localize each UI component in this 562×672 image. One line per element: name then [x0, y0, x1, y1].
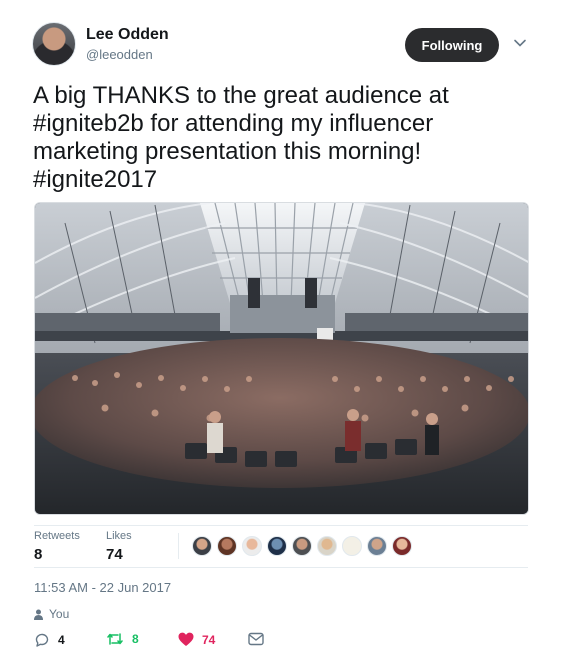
- likes-label: Likes: [106, 530, 132, 542]
- liker-avatar[interactable]: [267, 536, 287, 556]
- liker-avatar[interactable]: [192, 536, 212, 556]
- tweet-header: Lee Odden @leeodden Following: [32, 22, 532, 72]
- conference-hall-image: [35, 203, 528, 514]
- heart-icon: [178, 632, 194, 646]
- reply-icon: [35, 633, 49, 647]
- liker-avatar[interactable]: [367, 536, 387, 556]
- tweet-text-line: marketing presentation this morning!: [33, 138, 422, 165]
- tweet-photo[interactable]: [34, 202, 529, 515]
- likes-count: 74: [106, 546, 123, 563]
- retweets-count: 8: [34, 546, 43, 563]
- reply-button[interactable]: 4: [34, 632, 65, 648]
- message-button[interactable]: [248, 632, 264, 646]
- retweeted-by-label: You: [49, 607, 70, 621]
- liker-avatar[interactable]: [217, 536, 237, 556]
- reply-count: 4: [58, 633, 65, 647]
- author-avatar[interactable]: [32, 22, 76, 66]
- chevron-down-icon[interactable]: [513, 36, 527, 50]
- retweet-icon: [107, 633, 123, 645]
- message-icon: [248, 632, 264, 646]
- divider: [34, 567, 528, 568]
- tweet-text-line: #igniteb2b for attending my influencer: [33, 110, 434, 137]
- retweets-label: Retweets: [34, 530, 80, 542]
- tweet-text-line: A big THANKS to the great audience at: [33, 82, 449, 109]
- divider: [178, 533, 179, 559]
- liker-avatar[interactable]: [392, 536, 412, 556]
- tweet-text: A big THANKS to the great audience at #i…: [33, 82, 533, 194]
- like-button[interactable]: 74: [178, 632, 215, 647]
- following-button[interactable]: Following: [405, 28, 499, 62]
- liker-avatar[interactable]: [342, 536, 362, 556]
- like-count: 74: [202, 632, 216, 647]
- author-handle[interactable]: @leeodden: [86, 47, 153, 62]
- liker-avatar[interactable]: [317, 536, 337, 556]
- author-name[interactable]: Lee Odden: [86, 26, 169, 44]
- retweet-count: 8: [132, 632, 139, 646]
- tweet-text-line: #ignite2017: [33, 166, 158, 193]
- liker-avatar[interactable]: [292, 536, 312, 556]
- divider: [34, 525, 528, 526]
- person-icon: [34, 609, 43, 620]
- liker-avatar[interactable]: [242, 536, 262, 556]
- retweeted-by: You: [34, 607, 69, 621]
- retweet-button[interactable]: 8: [106, 632, 139, 646]
- retweets-stat[interactable]: Retweets 8: [34, 530, 80, 563]
- likes-stat[interactable]: Likes 74: [106, 530, 132, 563]
- tweet-actions: 4 8 74: [34, 632, 334, 652]
- tweet-timestamp[interactable]: 11:53 AM - 22 Jun 2017: [34, 580, 171, 595]
